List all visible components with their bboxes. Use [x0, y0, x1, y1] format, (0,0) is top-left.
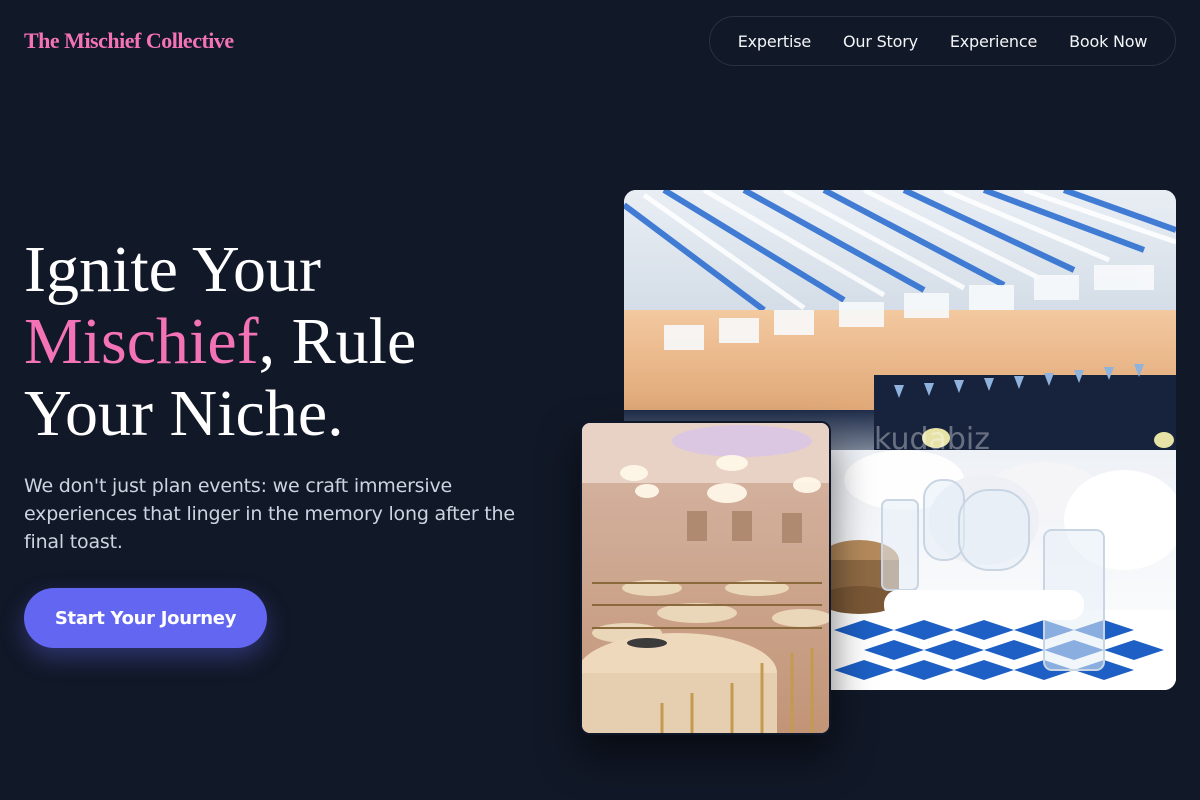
headline-accent: Mischief [24, 305, 259, 378]
nav-item-expertise[interactable]: Expertise [738, 32, 811, 51]
headline-part3: Your Niche. [24, 377, 344, 450]
image-watermark: kudabiz [874, 422, 991, 457]
nav-item-our-story[interactable]: Our Story [843, 32, 918, 51]
ballroom-image [580, 421, 831, 735]
hero-description: We don't just plan events: we craft imme… [24, 475, 515, 553]
nav-item-book-now[interactable]: Book Now [1069, 32, 1147, 51]
brand-logo[interactable]: The Mischief Collective [24, 28, 234, 54]
headline-part1: Ignite Your [24, 233, 322, 306]
main-nav: Expertise Our Story Experience Book Now [709, 16, 1176, 66]
headline-part2: , Rule [258, 305, 417, 378]
start-journey-button[interactable]: Start Your Journey [24, 588, 267, 648]
hero-headline: Ignite Your Mischief, Rule Your Niche. [24, 234, 584, 450]
nav-item-experience[interactable]: Experience [950, 32, 1037, 51]
